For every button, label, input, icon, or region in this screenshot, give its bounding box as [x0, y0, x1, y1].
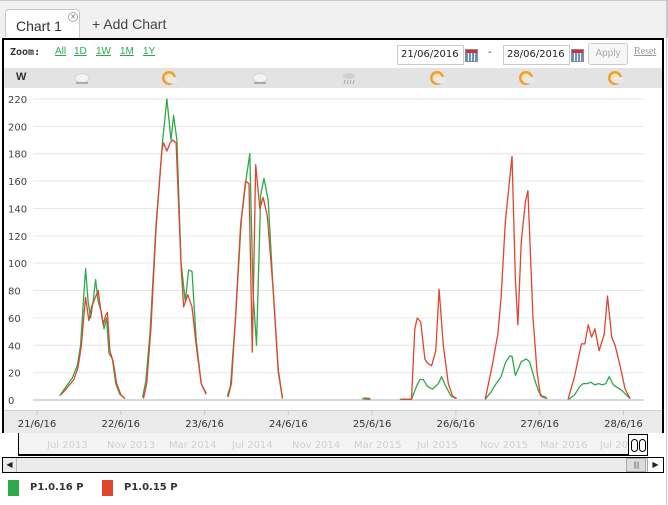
y-tick-label: 20	[8, 369, 21, 380]
y-tick-label: 60	[8, 314, 21, 325]
x-tick-label: 22/6/16	[101, 419, 140, 430]
y-tick-label: 220	[8, 95, 27, 106]
y-tick-label: 100	[8, 259, 27, 270]
weather-bar: W	[4, 68, 662, 88]
x-tick-label: 25/6/16	[353, 419, 392, 430]
apply-button[interactable]: Apply	[588, 43, 628, 65]
zoom-1y-button[interactable]: 1Y	[143, 46, 155, 57]
navigator-label: Jul 2013	[47, 440, 88, 451]
x-tick-label: 21/6/16	[18, 419, 57, 430]
y-tick-label: 140	[8, 204, 27, 215]
chart-panel: Zoom: All 1D 1W 1M 1Y 21/06/2016 - 28/06…	[2, 38, 664, 433]
y-tick-label: 80	[8, 287, 21, 298]
navigator[interactable]: Jul 2013 Nov 2013 Mar 2014 Jul 2014 Nov 2014…	[18, 433, 648, 456]
zoom-1m-button[interactable]: 1M	[120, 46, 134, 57]
scroll-right-arrow-icon[interactable]: ▶	[647, 458, 663, 472]
legend: P1.0.16 P P1.0.15 P	[0, 476, 668, 505]
series-line-p1015	[142, 139, 207, 399]
line-chart: 0 20 40 60 80 100 120 140 160 180 200 220	[8, 95, 644, 407]
legend-label: P1.0.16 P	[30, 482, 84, 493]
navigator-label: Nov 2015	[480, 440, 529, 451]
x-tick-label: 24/6/16	[269, 419, 308, 430]
x-tick-label: 27/6/16	[520, 419, 559, 430]
scroll-thumb[interactable]: ||||	[626, 458, 646, 472]
x-tick-label: 23/6/16	[185, 419, 224, 430]
tab-label: Chart 1	[16, 18, 62, 34]
zoom-all-button[interactable]: All	[55, 46, 66, 57]
legend-swatch-red	[102, 480, 113, 496]
x-tick-label: 28/6/16	[604, 419, 643, 430]
date-to-input[interactable]: 28/06/2016	[503, 45, 570, 65]
partly-sunny-icon	[161, 70, 179, 86]
cloudy-icon	[73, 70, 91, 86]
series-line-p1016	[59, 268, 125, 398]
y-tick-label: 120	[8, 232, 27, 243]
tab-bar: Chart 1 ✕ + Add Chart	[0, 0, 668, 39]
weather-label: W	[16, 71, 27, 83]
series-line-p1015	[227, 164, 284, 399]
y-tick-label: 180	[8, 150, 27, 161]
y-tick-label: 40	[8, 341, 21, 352]
y-tick-label: 0	[8, 396, 14, 407]
scroll-left-arrow-icon[interactable]: ◀	[3, 458, 17, 472]
handle-left-grip-icon[interactable]	[631, 439, 638, 452]
close-icon[interactable]: ✕	[68, 12, 78, 22]
rain-icon	[340, 70, 358, 86]
series-line-p1015	[363, 397, 371, 400]
tab-chart-1[interactable]: Chart 1 ✕	[5, 9, 80, 39]
calendar-icon[interactable]	[465, 49, 478, 62]
scrollbar[interactable]: ◀ |||| ▶	[2, 457, 664, 473]
chart-toolbar: Zoom: All 1D 1W 1M 1Y 21/06/2016 - 28/06…	[4, 40, 662, 68]
series-line-p1016	[568, 376, 631, 400]
partly-sunny-icon	[518, 70, 536, 86]
zoom-label: Zoom:	[10, 47, 41, 58]
navigator-label: Mar 2015	[354, 440, 402, 451]
date-separator: -	[488, 47, 492, 58]
cloudy-icon	[251, 70, 269, 86]
handle-right-grip-icon[interactable]	[639, 439, 646, 452]
series-line-p1015	[484, 155, 547, 400]
y-tick-label: 160	[8, 177, 27, 188]
navigator-label: Jul 2014	[232, 440, 273, 451]
x-tick-label: 26/6/16	[437, 419, 476, 430]
navigator-label: Nov 2014	[292, 440, 341, 451]
navigator-handle[interactable]	[628, 434, 648, 456]
y-tick-label: 200	[8, 122, 27, 133]
window-edge	[666, 0, 667, 505]
navigator-label: Jul 2015	[417, 440, 458, 451]
navigator-label: Mar 2016	[540, 440, 588, 451]
add-chart-button[interactable]: + Add Chart	[92, 16, 166, 32]
date-from-input[interactable]: 21/06/2016	[397, 45, 464, 65]
navigator-label: Nov 2013	[107, 440, 156, 451]
series-line-p1015	[401, 288, 458, 400]
legend-label: P1.0.15 P	[124, 482, 178, 493]
calendar-icon[interactable]	[571, 49, 584, 62]
partly-sunny-icon	[607, 70, 625, 86]
navigator-label: Mar 2014	[169, 440, 217, 451]
zoom-1d-button[interactable]: 1D	[74, 46, 87, 57]
reset-link[interactable]: Reset	[634, 46, 656, 57]
legend-swatch-green	[8, 480, 19, 496]
x-axis: 21/6/16 22/6/16 23/6/16 24/6/16 25/6/16 26/6/…	[18, 410, 643, 430]
partly-sunny-icon	[429, 70, 447, 86]
zoom-1w-button[interactable]: 1W	[96, 46, 111, 57]
